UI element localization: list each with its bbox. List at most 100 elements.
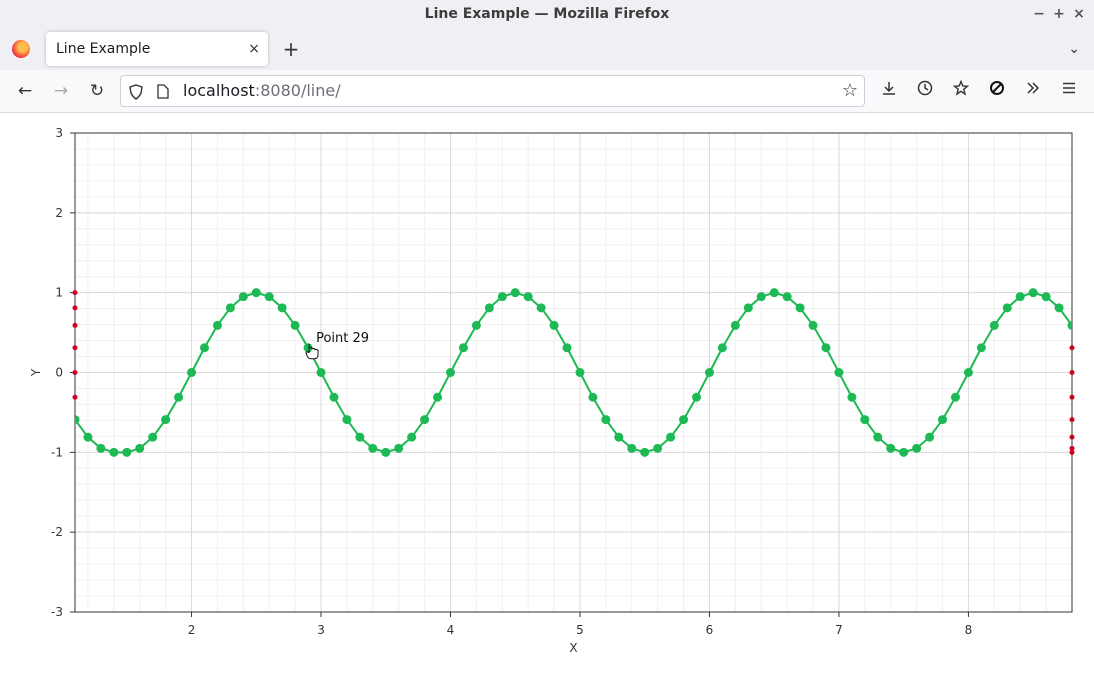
data-point[interactable] [743,303,753,313]
data-point[interactable] [938,415,948,425]
new-tab-button[interactable]: + [280,32,302,66]
data-point[interactable] [860,415,870,425]
tab-close-button[interactable]: × [248,32,260,66]
data-point[interactable] [549,320,559,330]
history-icon[interactable] [912,78,938,104]
data-point[interactable] [1041,292,1051,302]
data-point[interactable] [225,303,235,313]
data-point[interactable] [290,320,300,330]
bookmark-star-icon[interactable]: ☆ [842,76,858,106]
data-point[interactable] [834,368,844,377]
data-point[interactable] [627,443,637,453]
data-point[interactable] [471,320,481,330]
data-point[interactable] [238,292,248,302]
download-icon[interactable] [876,78,902,104]
data-point[interactable] [588,392,598,402]
data-point[interactable] [1002,303,1012,313]
data-point[interactable] [821,343,831,353]
data-point[interactable] [601,415,611,425]
data-point[interactable] [458,343,468,353]
data-point[interactable] [251,288,261,298]
data-point[interactable] [756,292,766,302]
data-point[interactable] [795,303,805,313]
data-point[interactable] [510,288,520,298]
data-point[interactable] [704,368,714,377]
close-window-button[interactable]: × [1072,0,1086,28]
data-point[interactable] [161,415,171,425]
data-point[interactable] [1028,288,1038,298]
url-bar[interactable]: localhost:8080/line/ ☆ [120,75,865,107]
shield-icon[interactable] [129,76,143,111]
tab-line-example[interactable]: Line Example × [46,32,268,66]
data-point[interactable] [199,343,209,353]
data-point[interactable] [316,368,326,377]
forward-button[interactable]: → [48,78,74,104]
y-tick-label: 3 [55,126,63,140]
data-point[interactable] [1054,303,1064,313]
data-point[interactable] [329,392,339,402]
data-point[interactable] [420,415,430,425]
data-point[interactable] [536,303,546,313]
data-point[interactable] [730,320,740,330]
data-point[interactable] [394,443,404,453]
data-point[interactable] [925,432,935,442]
data-point[interactable] [355,432,365,442]
data-point[interactable] [692,392,702,402]
maximize-button[interactable]: + [1052,0,1066,28]
data-point[interactable] [407,432,417,442]
data-point[interactable] [71,415,80,425]
y-tick-label: 1 [55,286,63,300]
data-point[interactable] [666,432,676,442]
blocker-icon[interactable] [984,78,1010,104]
url-text[interactable]: localhost:8080/line/ [183,76,341,106]
data-point[interactable] [1015,292,1025,302]
reload-button[interactable]: ↻ [84,78,110,104]
data-point[interactable] [83,432,93,442]
data-point[interactable] [989,320,999,330]
tab-list-chevron-icon[interactable]: ⌄ [1068,32,1080,66]
data-point[interactable] [109,447,119,457]
data-point[interactable] [445,368,455,377]
data-point[interactable] [769,288,779,298]
data-point[interactable] [653,443,663,453]
data-point[interactable] [614,432,624,442]
data-point[interactable] [782,292,792,302]
data-point[interactable] [679,415,689,425]
data-point[interactable] [96,443,106,453]
data-point[interactable] [562,343,572,353]
data-point[interactable] [963,368,973,377]
data-point[interactable] [497,292,507,302]
data-point[interactable] [912,443,922,453]
data-point[interactable] [717,343,727,353]
data-point[interactable] [640,447,650,457]
data-point[interactable] [575,368,585,377]
data-point[interactable] [523,292,533,302]
data-point[interactable] [381,447,391,457]
data-point[interactable] [950,392,960,402]
data-point[interactable] [899,447,909,457]
data-point[interactable] [174,392,184,402]
data-point[interactable] [212,320,222,330]
data-point[interactable] [277,303,287,313]
data-point[interactable] [264,292,274,302]
data-point[interactable] [148,432,158,442]
line-chart[interactable]: 2 3 4 5 6 7 8 3 2 1 0 -1 -2 -3 X Y Point 29 [0,113,1094,678]
back-button[interactable]: ← [12,78,38,104]
data-point[interactable] [368,443,378,453]
data-point[interactable] [808,320,818,330]
data-point[interactable] [342,415,352,425]
menu-icon[interactable] [1056,78,1082,104]
data-point[interactable] [484,303,494,313]
data-point[interactable] [187,368,197,377]
data-point[interactable] [1067,320,1077,330]
minimize-button[interactable]: − [1032,0,1046,28]
data-point[interactable] [873,432,883,442]
data-point[interactable] [433,392,443,402]
extensions-icon[interactable] [948,78,974,104]
data-point[interactable] [122,447,132,457]
data-point[interactable] [886,443,896,453]
overflow-icon[interactable] [1020,78,1046,104]
data-point[interactable] [135,443,145,453]
data-point[interactable] [847,392,857,402]
data-point[interactable] [976,343,986,353]
